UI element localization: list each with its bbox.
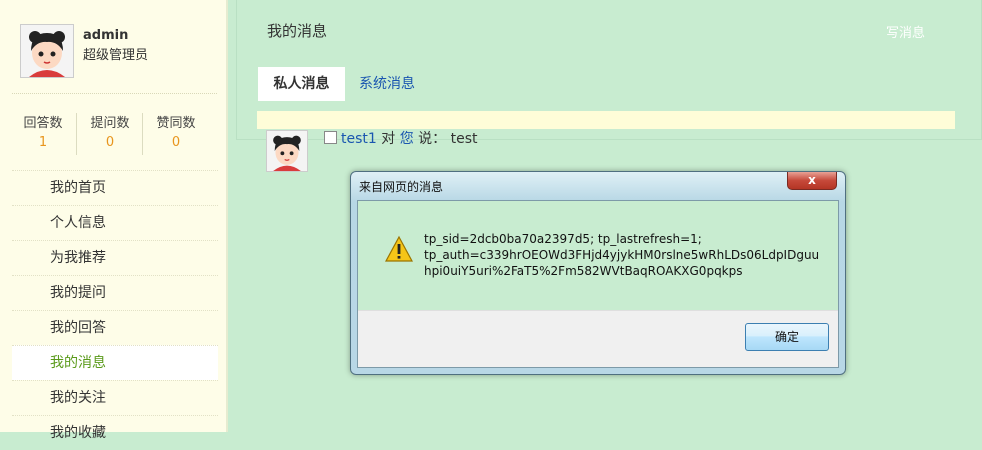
dialog-message: tp_sid=2dcb0ba70a2397d5; tp_lastrefresh=…: [424, 231, 824, 279]
user-role: 超级管理员: [83, 48, 149, 63]
user-stats: 回答数 1 提问数 0 赞同数 0: [10, 112, 210, 156]
message-text: test: [450, 131, 478, 147]
sidebar-item-home[interactable]: 我的首页: [12, 170, 218, 205]
tab-private-messages[interactable]: 私人消息: [258, 67, 345, 101]
toolbar-strip: [257, 111, 955, 129]
recipient-link[interactable]: 您: [400, 131, 414, 147]
dialog-footer: 确定: [358, 310, 838, 367]
divider: [12, 93, 217, 94]
alert-dialog: 来自网页的消息 x tp_sid=2dcb0ba70a2397d5; tp_la…: [350, 171, 846, 375]
warning-icon: [384, 235, 414, 267]
message-item: test1 对 您 说： test: [324, 128, 478, 148]
stat-agrees[interactable]: 赞同数 0: [143, 112, 209, 150]
tab-system-messages[interactable]: 系统消息: [359, 67, 415, 101]
user-avatar[interactable]: [20, 24, 74, 78]
sidebar-item-recommend[interactable]: 为我推荐: [12, 240, 218, 275]
sidebar-item-following[interactable]: 我的关注: [12, 380, 218, 415]
dialog-title: 来自网页的消息: [359, 180, 444, 194]
stat-label: 回答数: [23, 116, 63, 131]
sidebar-item-favorites[interactable]: 我的收藏: [12, 415, 218, 450]
sidebar-item-answers[interactable]: 我的回答: [12, 310, 218, 345]
stat-value: 1: [38, 135, 48, 150]
stat-value: 0: [171, 135, 181, 150]
ok-button[interactable]: 确定: [745, 323, 829, 351]
sidebar-item-questions[interactable]: 我的提问: [12, 275, 218, 310]
sidebar-item-messages[interactable]: 我的消息: [12, 345, 218, 380]
dialog-message-line: tp_sid=2dcb0ba70a2397d5; tp_lastrefresh=…: [424, 232, 702, 246]
stat-questions[interactable]: 提问数 0: [77, 112, 143, 150]
message-says: 说：: [418, 131, 447, 147]
messages-panel: 我的消息 写消息 私人消息 系统消息: [236, 0, 982, 140]
stat-label: 提问数: [90, 116, 130, 131]
user-name: admin: [83, 28, 129, 43]
message-checkbox[interactable]: [324, 131, 337, 144]
close-button[interactable]: x: [787, 172, 837, 190]
sender-link[interactable]: test1: [341, 131, 377, 147]
sidebar-menu: 我的首页 个人信息 为我推荐 我的提问 我的回答 我的消息 我的关注 我的收藏: [12, 170, 218, 450]
sidebar: admin 超级管理员 回答数 1 提问数 0 赞同数 0 我的首页 个人信息 …: [0, 0, 228, 441]
sidebar-item-profile[interactable]: 个人信息: [12, 205, 218, 240]
stat-value: 0: [105, 135, 115, 150]
stat-label: 赞同数: [156, 116, 196, 131]
page-title: 我的消息: [267, 22, 328, 40]
dialog-message-line: hpi0uiY5uri%2FaT5%2Fm582WVtBaqROAKXG0pqk…: [424, 264, 743, 278]
sender-avatar[interactable]: [266, 130, 308, 172]
dialog-body: tp_sid=2dcb0ba70a2397d5; tp_lastrefresh=…: [357, 200, 839, 368]
write-message-button[interactable]: 写消息: [886, 22, 925, 41]
message-to-word: 对: [381, 131, 396, 147]
stat-answers[interactable]: 回答数 1: [10, 112, 76, 150]
dialog-message-line: tp_auth=c339hrOEOWd3FHjd4yjykHM0rslne5wR…: [424, 248, 820, 262]
